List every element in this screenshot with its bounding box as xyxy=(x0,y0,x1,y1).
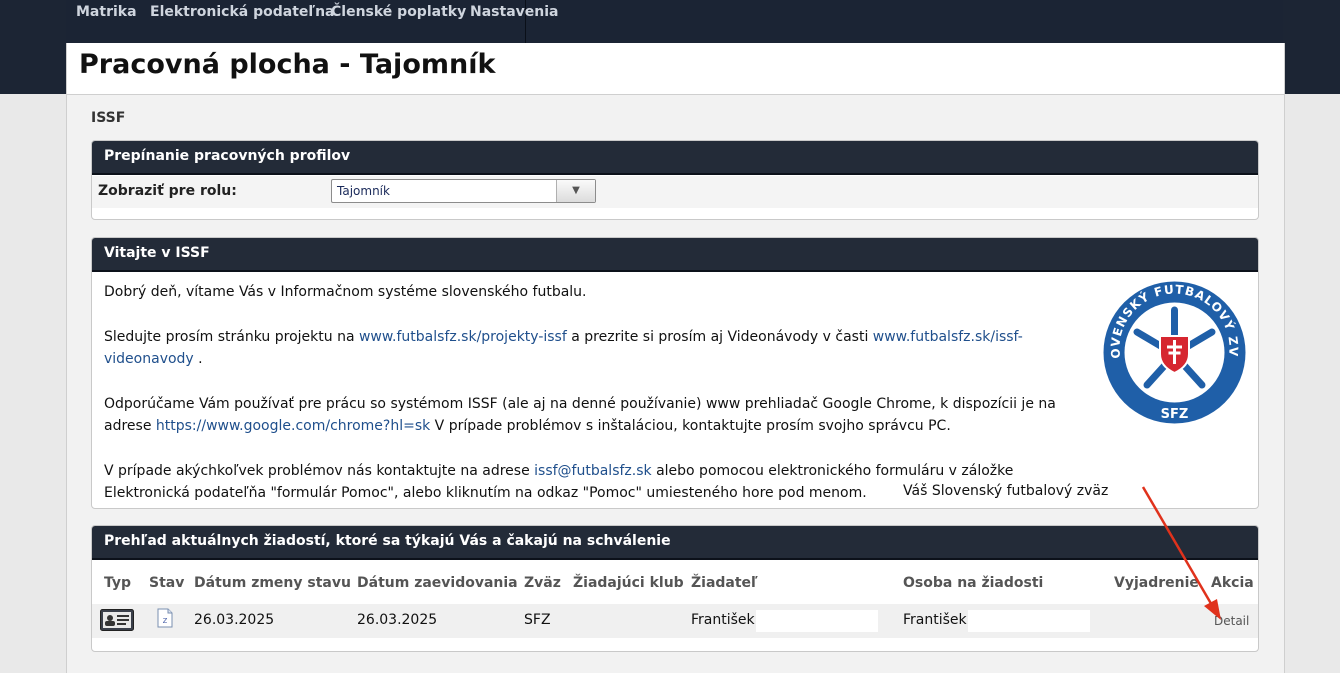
logo-sfz-text: SFZ xyxy=(1161,407,1189,422)
requests-panel-title: Prehľad aktuálnych žiadostí, ktoré sa tý… xyxy=(92,526,1258,560)
section-label: ISSF xyxy=(91,110,126,126)
nav-item-nastavenia[interactable]: Nastavenia xyxy=(470,0,558,43)
applicant-cell: František xyxy=(691,612,755,628)
chevron-down-icon[interactable]: ▼ xyxy=(556,180,595,202)
union-cell: SFZ xyxy=(524,612,551,628)
column-header-datum-zmeny[interactable]: Dátum zmeny stavu xyxy=(194,575,351,591)
nav-item-elektronicka-podatelna[interactable]: Elektronická podateľna xyxy=(150,0,335,43)
nav-item-matrika[interactable]: Matrika xyxy=(76,0,137,43)
requests-table-header: Typ Stav Dátum zmeny stavu Dátum zaevido… xyxy=(92,560,1258,602)
column-header-zvaz[interactable]: Zväz xyxy=(524,575,561,591)
column-header-typ[interactable]: Typ xyxy=(104,575,131,591)
role-label: Zobraziť pre rolu: xyxy=(98,183,237,199)
page-title-bar: Pracovná plocha - Tajomník xyxy=(67,43,1284,95)
text-span: Sledujte prosím stránku projektu na xyxy=(104,328,359,345)
role-select[interactable]: Tajomník ▼ xyxy=(331,179,596,203)
column-header-akcia: Akcia xyxy=(1211,575,1254,591)
column-header-datum-zaevidovania[interactable]: Dátum zaevidovania xyxy=(357,575,518,591)
nav-item-clenske-poplatky[interactable]: Členské poplatky xyxy=(331,0,466,43)
text-span: V prípade akýchkoľvek problémov nás kont… xyxy=(104,462,535,479)
id-card-icon xyxy=(100,609,134,631)
sfz-logo: SLOVENSKÝ FUTBALOVÝ ZVÄZ SFZ xyxy=(1102,280,1246,424)
column-header-vyjadrenie[interactable]: Vyjadrenie xyxy=(1114,575,1199,591)
welcome-panel: Vitajte v ISSF Dobrý deň, vítame Vás v I… xyxy=(91,237,1259,509)
welcome-paragraph-3: Odporúčame Vám používať pre prácu so sys… xyxy=(104,393,1084,438)
page-title: Pracovná plocha - Tajomník xyxy=(79,49,496,80)
signature: Váš Slovenský futbalový zväz xyxy=(903,483,1109,499)
main-content: ISSF Prepínanie pracovných profilov Zobr… xyxy=(67,95,1284,673)
column-header-osoba[interactable]: Osoba na žiadosti xyxy=(903,575,1043,591)
page-container: Pracovná plocha - Tajomník ISSF Prepínan… xyxy=(66,43,1285,673)
status-changed-date: 26.03.2025 xyxy=(194,612,275,628)
chrome-link[interactable]: https://www.google.com/chrome?hl=sk xyxy=(156,418,430,434)
welcome-panel-title: Vitajte v ISSF xyxy=(92,238,1258,272)
profiles-panel-title: Prepínanie pracovných profilov xyxy=(92,141,1258,175)
requests-panel: Prehľad aktuálnych žiadostí, ktoré sa tý… xyxy=(91,525,1259,652)
person-cell: František xyxy=(903,612,967,628)
role-row: Zobraziť pre rolu: Tajomník ▼ xyxy=(92,176,1258,208)
detail-link[interactable]: Detail xyxy=(1214,614,1249,628)
column-header-stav[interactable]: Stav xyxy=(149,575,184,591)
registered-date: 26.03.2025 xyxy=(357,612,438,628)
text-span: a prezrite si prosím aj Videonávody v ča… xyxy=(566,328,873,345)
profiles-panel: Prepínanie pracovných profilov Zobraziť … xyxy=(91,140,1259,220)
text-span: V prípade problémov s inštaláciou, konta… xyxy=(430,418,951,434)
column-header-ziadatel[interactable]: Žiadateľ xyxy=(691,575,758,591)
welcome-paragraph-1: Dobrý deň, vítame Vás v Informačnom syst… xyxy=(104,284,587,300)
text-span: . xyxy=(193,351,203,367)
email-link[interactable]: issf@futbalsfz.sk xyxy=(534,463,651,479)
role-select-value: Tajomník xyxy=(337,184,390,198)
welcome-paragraph-2: Sledujte prosím stránku projektu na www.… xyxy=(104,326,1084,371)
document-icon[interactable]: z xyxy=(157,608,173,628)
main-nav: Matrika Elektronická podateľna Členské p… xyxy=(66,0,1283,43)
svg-text:z: z xyxy=(163,616,168,626)
welcome-text: Dobrý deň, vítame Vás v Informačnom syst… xyxy=(104,281,1084,508)
projects-link[interactable]: www.futbalsfz.sk/projekty-issf xyxy=(359,329,567,345)
table-row[interactable]: z 26.03.2025 26.03.2025 SFZ František Fr… xyxy=(92,604,1258,638)
column-header-ziadajuci-klub[interactable]: Žiadajúci klub xyxy=(573,575,684,591)
redaction-applicant xyxy=(756,610,878,632)
redaction-person xyxy=(968,610,1090,632)
